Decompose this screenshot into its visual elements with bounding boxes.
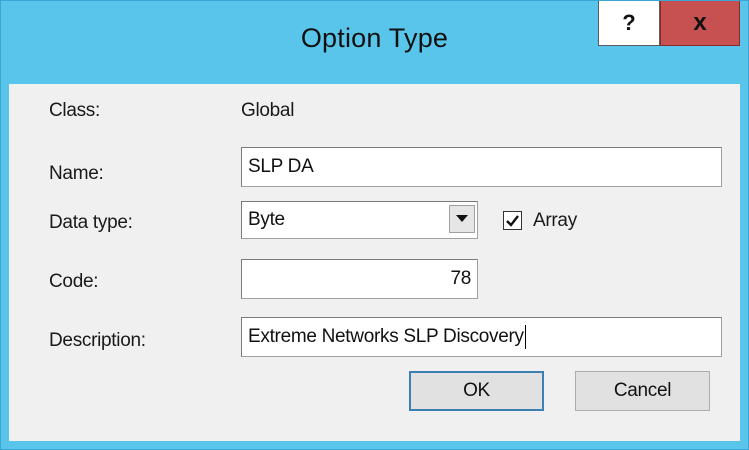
array-checkbox[interactable] xyxy=(503,211,522,230)
datatype-label: Data type: xyxy=(49,212,133,233)
datatype-select[interactable]: Byte xyxy=(241,201,478,239)
title-bar[interactable]: Option Type ? x xyxy=(1,1,748,84)
dialog-body: Class: Global Name: SLP DA Data type: By… xyxy=(9,84,740,441)
name-label: Name: xyxy=(49,163,104,184)
help-button[interactable]: ? xyxy=(598,1,660,46)
class-label: Class: xyxy=(49,100,100,121)
array-label: Array xyxy=(533,210,577,231)
description-input-value: Extreme Networks SLP Discovery xyxy=(248,326,524,347)
name-input-value: SLP DA xyxy=(248,156,314,177)
ok-button[interactable]: OK xyxy=(409,371,544,411)
chevron-down-icon[interactable] xyxy=(449,205,475,233)
code-input[interactable]: 78 xyxy=(241,259,478,299)
cancel-button-label: Cancel xyxy=(613,380,672,401)
text-cursor xyxy=(524,325,526,349)
description-input[interactable]: Extreme Networks SLP Discovery xyxy=(241,317,722,357)
name-input[interactable]: SLP DA xyxy=(241,147,722,187)
help-icon: ? xyxy=(622,10,636,35)
checkmark-icon xyxy=(506,215,519,227)
datatype-select-value: Byte xyxy=(248,209,285,230)
class-value: Global xyxy=(241,100,295,121)
code-input-value: 78 xyxy=(450,268,471,289)
cancel-button[interactable]: Cancel xyxy=(575,371,710,411)
code-label: Code: xyxy=(49,271,99,292)
option-type-dialog: Option Type ? x Class: Global Name: SLP … xyxy=(0,0,749,450)
ok-button-label: OK xyxy=(463,380,490,401)
description-label: Description: xyxy=(49,330,146,351)
close-icon: x xyxy=(693,9,707,36)
close-button[interactable]: x xyxy=(660,1,740,46)
